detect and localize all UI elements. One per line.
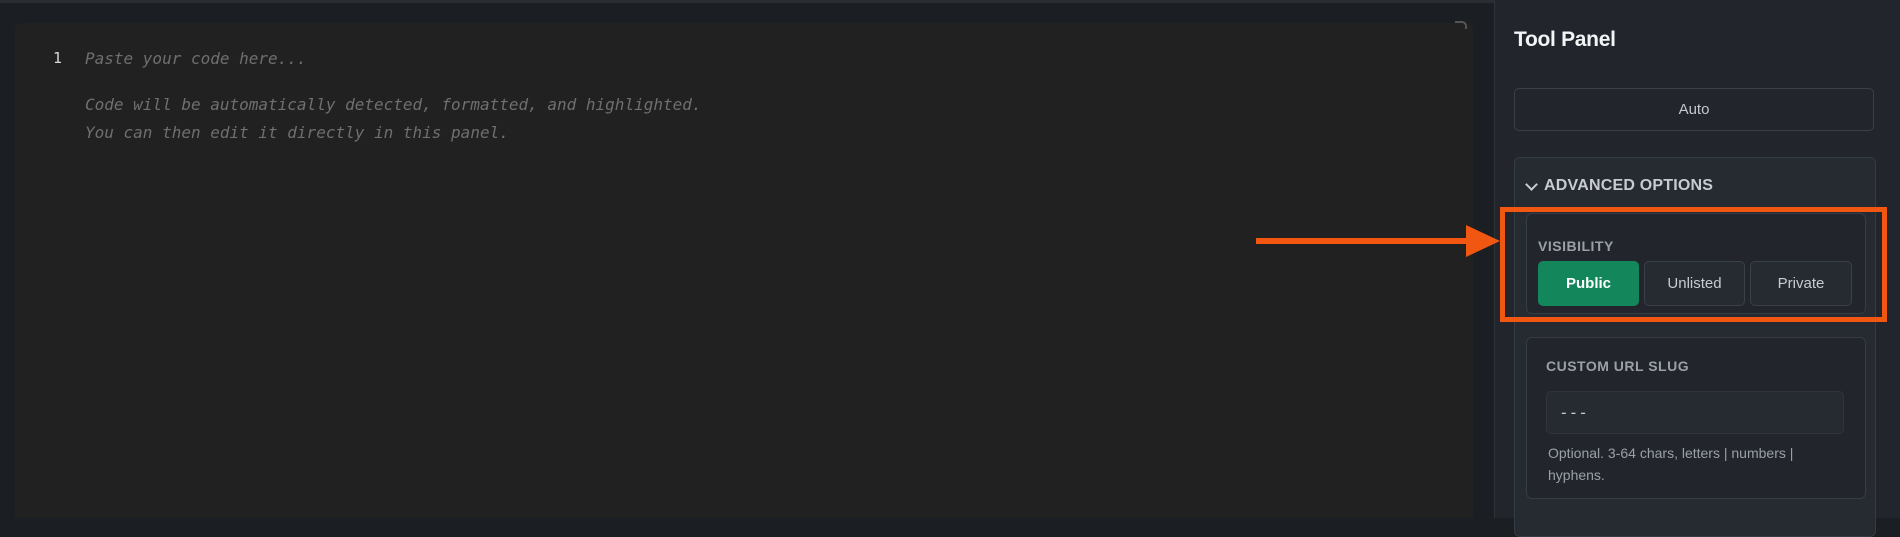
code-editor[interactable]: 1 Paste your code here... Code will be a…: [15, 23, 1473, 518]
custom-slug-input[interactable]: ---: [1546, 391, 1844, 434]
advanced-options-section: ADVANCED OPTIONS VISIBILITY Public Unlis…: [1514, 157, 1876, 537]
custom-slug-label: CUSTOM URL SLUG: [1546, 358, 1690, 374]
custom-slug-card: CUSTOM URL SLUG --- Optional. 3-64 chars…: [1526, 337, 1866, 499]
advanced-options-toggle[interactable]: ADVANCED OPTIONS: [1525, 177, 1714, 195]
visibility-card: VISIBILITY Public Unlisted Private: [1526, 213, 1866, 314]
code-placeholder-line: You can then edit it directly in this pa…: [85, 123, 509, 142]
advanced-options-label: ADVANCED OPTIONS: [1544, 177, 1714, 194]
visibility-label: VISIBILITY: [1538, 238, 1614, 254]
chevron-down-icon: [1525, 177, 1538, 191]
language-select[interactable]: Auto: [1514, 88, 1874, 131]
visibility-public-button[interactable]: Public: [1538, 261, 1639, 306]
code-placeholder-line: Code will be automatically detected, for…: [85, 95, 702, 114]
visibility-private-button[interactable]: Private: [1750, 261, 1852, 306]
custom-slug-help: Optional. 3-64 chars, letters | numbers …: [1548, 445, 1794, 483]
editor-corner-icon: [1455, 21, 1467, 29]
line-number: 1: [53, 49, 63, 67]
visibility-unlisted-button[interactable]: Unlisted: [1644, 261, 1745, 306]
tool-panel: Tool Panel Auto ADVANCED OPTIONS VISIBIL…: [1494, 0, 1900, 537]
annotation-arrow-shaft: [1256, 238, 1468, 244]
panel-title: Tool Panel: [1514, 28, 1616, 51]
code-placeholder-line: Paste your code here...: [85, 49, 307, 68]
annotation-arrow-icon: [1466, 225, 1500, 257]
